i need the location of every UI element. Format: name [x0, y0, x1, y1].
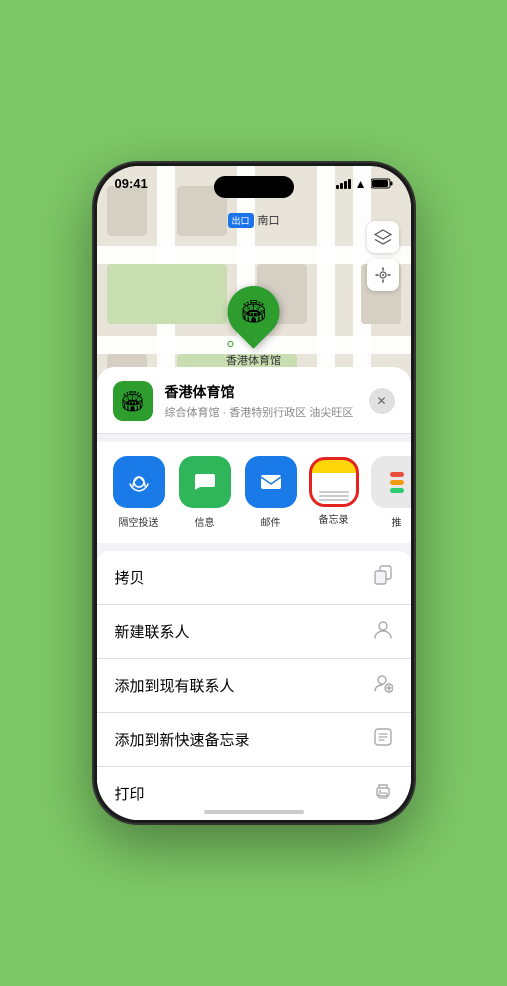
venue-title: 香港体育馆	[165, 382, 357, 402]
exit-tag: 出口	[227, 213, 253, 228]
south-exit-label: 南口	[258, 212, 280, 228]
action-add-contact[interactable]: 添加到现有联系人	[97, 659, 411, 713]
copy-icon	[373, 565, 393, 590]
message-icon	[179, 456, 231, 508]
airdrop-icon	[113, 456, 165, 508]
venue-pin-label: 香港体育馆	[226, 352, 281, 368]
venue-subtitle: 综合体育馆 · 香港特别行政区 油尖旺区	[165, 404, 357, 420]
share-more[interactable]: 推	[371, 456, 411, 529]
home-indicator	[204, 810, 304, 814]
status-time: 09:41	[115, 176, 148, 191]
notes-label: 备忘录	[319, 511, 349, 526]
layers-button[interactable]	[367, 221, 399, 253]
map-controls	[367, 221, 399, 297]
share-mail[interactable]: 邮件	[245, 456, 297, 529]
notes-icon	[311, 459, 357, 505]
venue-info: 香港体育馆 综合体育馆 · 香港特别行政区 油尖旺区	[165, 382, 357, 420]
share-notes[interactable]: 备忘录	[311, 459, 357, 526]
status-icons: ▲	[336, 177, 393, 191]
dynamic-island	[214, 176, 294, 198]
battery-icon	[371, 178, 393, 189]
action-copy[interactable]: 拷贝	[97, 551, 411, 605]
close-button[interactable]: ✕	[369, 388, 395, 414]
add-contact-icon	[373, 673, 393, 698]
venue-pin-icon: 🏟	[240, 299, 268, 325]
new-contact-icon	[373, 619, 393, 644]
venue-icon: 🏟	[113, 381, 153, 421]
message-label: 信息	[195, 514, 215, 529]
signal-icon	[336, 179, 351, 189]
mail-label: 邮件	[261, 514, 281, 529]
copy-label: 拷贝	[115, 567, 145, 588]
share-airdrop[interactable]: 隔空投送	[113, 456, 165, 529]
action-new-contact[interactable]: 新建联系人	[97, 605, 411, 659]
share-message[interactable]: 信息	[179, 456, 231, 529]
new-contact-label: 新建联系人	[115, 621, 190, 642]
bottom-sheet: 🏟 香港体育馆 综合体育馆 · 香港特别行政区 油尖旺区 ✕	[97, 367, 411, 820]
sheet-header: 🏟 香港体育馆 综合体育馆 · 香港特别行政区 油尖旺区 ✕	[97, 367, 411, 434]
venue-pin: 🏟 香港体育馆	[226, 286, 281, 368]
location-button[interactable]	[367, 259, 399, 291]
airdrop-label: 隔空投送	[119, 514, 159, 529]
print-icon	[373, 781, 393, 806]
wifi-icon: ▲	[355, 177, 367, 191]
share-row: 隔空投送 信息	[97, 442, 411, 543]
quick-note-label: 添加到新快速备忘录	[115, 729, 250, 750]
more-label: 推	[392, 514, 402, 529]
add-contact-label: 添加到现有联系人	[115, 675, 235, 696]
action-list: 拷贝 新建联系人	[97, 551, 411, 820]
action-quick-note[interactable]: 添加到新快速备忘录	[97, 713, 411, 767]
more-icon	[371, 456, 411, 508]
phone-inner: 09:41 ▲	[97, 166, 411, 820]
print-label: 打印	[115, 783, 145, 804]
map-label: 出口 南口	[227, 212, 279, 228]
notes-icon-wrapper	[311, 459, 357, 505]
quick-note-icon	[373, 727, 393, 752]
mail-icon	[245, 456, 297, 508]
phone-frame: 09:41 ▲	[94, 163, 414, 823]
